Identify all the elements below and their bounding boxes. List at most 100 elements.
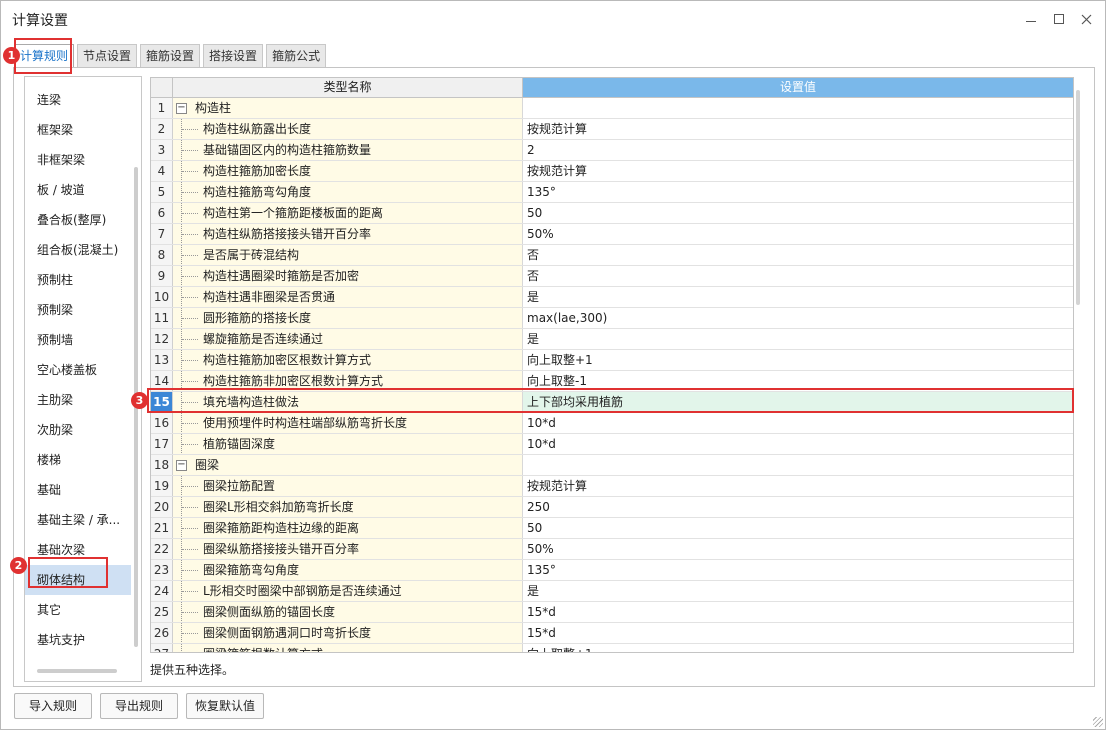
table-row[interactable]: 4 构造柱箍筋加密长度 按规范计算 bbox=[151, 161, 1073, 182]
sidebar-item[interactable]: 空心楼盖板 bbox=[25, 355, 131, 385]
table-row[interactable]: 23 圈梁箍筋弯勾角度 135° bbox=[151, 560, 1073, 581]
collapse-icon[interactable]: − bbox=[176, 460, 187, 471]
import-rules-button[interactable]: 导入规则 bbox=[14, 693, 92, 719]
table-row[interactable]: 20 圈梁L形相交斜加筋弯折长度 250 bbox=[151, 497, 1073, 518]
table-row[interactable]: 24 L形相交时圈梁中部钢筋是否连续通过 是 bbox=[151, 581, 1073, 602]
row-number: 26 bbox=[151, 623, 173, 643]
table-row[interactable]: 18− 圈梁 bbox=[151, 455, 1073, 476]
setting-value-cell[interactable]: 50% bbox=[523, 539, 1073, 559]
tree-branch bbox=[182, 192, 198, 193]
table-row[interactable]: 10 构造柱遇非圈梁是否贯通 是 bbox=[151, 287, 1073, 308]
table-row[interactable]: 25 圈梁侧面纵筋的锚固长度 15*d bbox=[151, 602, 1073, 623]
table-row[interactable]: 9 构造柱遇圈梁时箍筋是否加密 否 bbox=[151, 266, 1073, 287]
tree-branch bbox=[182, 318, 198, 319]
sidebar-item[interactable]: 叠合板(整厚) bbox=[25, 205, 131, 235]
setting-value-cell[interactable]: 是 bbox=[523, 329, 1073, 349]
sidebar-item[interactable]: 连梁 bbox=[25, 85, 131, 115]
restore-defaults-button[interactable]: 恢复默认值 bbox=[186, 693, 264, 719]
grid-scrollbar[interactable] bbox=[1076, 90, 1080, 305]
setting-value-cell[interactable]: 向上取整+1 bbox=[523, 350, 1073, 370]
maximize-button[interactable] bbox=[1048, 9, 1070, 29]
sidebar-item[interactable]: 基坑支护 bbox=[25, 625, 131, 655]
setting-value-cell[interactable]: 50% bbox=[523, 224, 1073, 244]
close-button[interactable] bbox=[1075, 9, 1097, 29]
collapse-icon[interactable]: − bbox=[176, 103, 187, 114]
row-number: 8 bbox=[151, 245, 173, 265]
setting-value-cell[interactable]: 是 bbox=[523, 581, 1073, 601]
setting-name: 构造柱第一个箍筋距楼板面的距离 bbox=[203, 206, 384, 220]
sidebar-item[interactable]: 组合板(混凝土) bbox=[25, 235, 131, 265]
sidebar-item[interactable]: 预制梁 bbox=[25, 295, 131, 325]
setting-value-cell[interactable]: 250 bbox=[523, 497, 1073, 517]
sidebar-item[interactable]: 板 / 坡道 bbox=[25, 175, 131, 205]
table-row[interactable]: 27 圈梁箍筋根数计算方式 向上取整+1 bbox=[151, 644, 1073, 652]
setting-value-cell[interactable]: 50 bbox=[523, 203, 1073, 223]
sidebar-item[interactable]: 基础主梁 / 承... bbox=[25, 505, 131, 535]
setting-value-cell[interactable]: max(lae,300) bbox=[523, 308, 1073, 328]
sidebar-item[interactable]: 非框架梁 bbox=[25, 145, 131, 175]
setting-value-cell[interactable] bbox=[523, 455, 1073, 475]
table-row[interactable]: 1− 构造柱 bbox=[151, 98, 1073, 119]
table-row[interactable]: 13 构造柱箍筋加密区根数计算方式 向上取整+1 bbox=[151, 350, 1073, 371]
sidebar-item[interactable]: 楼梯 bbox=[25, 445, 131, 475]
tree-branch bbox=[182, 150, 198, 151]
tree-branch bbox=[182, 255, 198, 256]
setting-name: 构造柱 bbox=[195, 101, 232, 115]
row-number: 9 bbox=[151, 266, 173, 286]
table-row[interactable]: 21 圈梁箍筋距构造柱边缘的距离 50 bbox=[151, 518, 1073, 539]
table-row[interactable]: 19 圈梁拉筋配置 按规范计算 bbox=[151, 476, 1073, 497]
sidebar-item[interactable]: 次肋梁 bbox=[25, 415, 131, 445]
row-number: 5 bbox=[151, 182, 173, 202]
sidebar-item[interactable]: 预制柱 bbox=[25, 265, 131, 295]
setting-value-cell[interactable]: 向上取整+1 bbox=[523, 644, 1073, 652]
table-row[interactable]: 26 圈梁侧面钢筋遇洞口时弯折长度 15*d bbox=[151, 623, 1073, 644]
setting-value-cell[interactable] bbox=[523, 98, 1073, 118]
sidebar-item[interactable]: 预制墙 bbox=[25, 325, 131, 355]
table-row[interactable]: 8 是否属于砖混结构 否 bbox=[151, 245, 1073, 266]
table-row[interactable]: 12 螺旋箍筋是否连续通过 是 bbox=[151, 329, 1073, 350]
minimize-button[interactable] bbox=[1020, 9, 1042, 29]
sidebar-hscrollbar[interactable] bbox=[37, 669, 117, 673]
row-number: 13 bbox=[151, 350, 173, 370]
sidebar-item[interactable]: 其它 bbox=[25, 595, 131, 625]
setting-value-cell[interactable]: 否 bbox=[523, 245, 1073, 265]
tab-stirrup-settings[interactable]: 箍筋设置 bbox=[140, 44, 201, 67]
setting-name-cell: 螺旋箍筋是否连续通过 bbox=[173, 329, 523, 349]
table-row[interactable]: 11 圆形箍筋的搭接长度 max(lae,300) bbox=[151, 308, 1073, 329]
setting-name: 圈梁拉筋配置 bbox=[203, 479, 276, 493]
setting-value-cell[interactable]: 2 bbox=[523, 140, 1073, 160]
setting-value-cell[interactable]: 按规范计算 bbox=[523, 476, 1073, 496]
setting-value-cell[interactable]: 否 bbox=[523, 266, 1073, 286]
export-rules-button[interactable]: 导出规则 bbox=[100, 693, 178, 719]
tab-lap-settings[interactable]: 搭接设置 bbox=[203, 44, 264, 67]
sidebar-item[interactable]: 框架梁 bbox=[25, 115, 131, 145]
setting-value-cell[interactable]: 135° bbox=[523, 560, 1073, 580]
setting-name-cell: − 构造柱 bbox=[173, 98, 523, 118]
setting-value-cell[interactable]: 50 bbox=[523, 518, 1073, 538]
table-row[interactable]: 6 构造柱第一个箍筋距楼板面的距离 50 bbox=[151, 203, 1073, 224]
table-row[interactable]: 22 圈梁纵筋搭接接头错开百分率 50% bbox=[151, 539, 1073, 560]
table-row[interactable]: 16 使用预埋件时构造柱端部纵筋弯折长度 10*d bbox=[151, 413, 1073, 434]
table-row[interactable]: 5 构造柱箍筋弯勾角度 135° bbox=[151, 182, 1073, 203]
resize-grip-icon[interactable] bbox=[1093, 717, 1103, 727]
table-row[interactable]: 3 基础锚固区内的构造柱箍筋数量 2 bbox=[151, 140, 1073, 161]
table-row[interactable]: 7 构造柱纵筋搭接接头错开百分率 50% bbox=[151, 224, 1073, 245]
sidebar-item[interactable]: 主肋梁 bbox=[25, 385, 131, 415]
row-number: 25 bbox=[151, 602, 173, 622]
tab-content: 连梁 框架梁 非框架梁板 / 坡道 叠合板(整厚) 组合板(混凝土) 预制柱 预制梁 预制墙空… bbox=[13, 67, 1095, 687]
tab-stirrup-formula[interactable]: 箍筋公式 bbox=[266, 44, 327, 67]
setting-name: 圈梁箍筋弯勾角度 bbox=[203, 563, 300, 577]
table-row[interactable]: 17 植筋锚固深度 10*d bbox=[151, 434, 1073, 455]
tab-node-settings[interactable]: 节点设置 bbox=[77, 44, 138, 67]
setting-value-cell[interactable]: 按规范计算 bbox=[523, 161, 1073, 181]
setting-value-cell[interactable]: 按规范计算 bbox=[523, 119, 1073, 139]
setting-value-cell[interactable]: 10*d bbox=[523, 434, 1073, 454]
setting-value-cell[interactable]: 15*d bbox=[523, 623, 1073, 643]
setting-value-cell[interactable]: 10*d bbox=[523, 413, 1073, 433]
setting-value-cell[interactable]: 15*d bbox=[523, 602, 1073, 622]
setting-value-cell[interactable]: 是 bbox=[523, 287, 1073, 307]
table-row[interactable]: 2 构造柱纵筋露出长度 按规范计算 bbox=[151, 119, 1073, 140]
row-number: 7 bbox=[151, 224, 173, 244]
setting-value-cell[interactable]: 135° bbox=[523, 182, 1073, 202]
sidebar-item[interactable]: 基础 bbox=[25, 475, 131, 505]
